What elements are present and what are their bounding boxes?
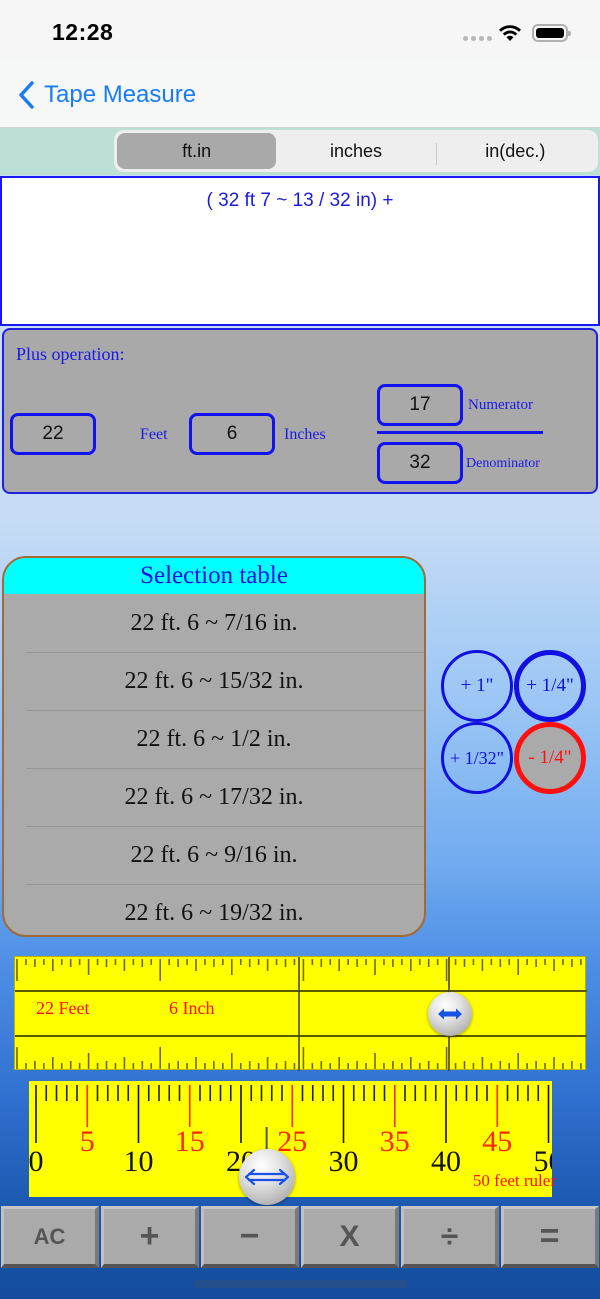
segment-in-dec[interactable]: in(dec.) bbox=[435, 133, 595, 169]
ruler-inch-label: 6 Inch bbox=[169, 998, 215, 1018]
feet-input[interactable]: 22 bbox=[10, 413, 96, 455]
feet-ruler[interactable]: 01020304050515253545 50 feet ruler bbox=[29, 1081, 556, 1205]
subtract-quarter-inch-button[interactable]: - 1/4" bbox=[514, 722, 586, 794]
unit-segmented-control: ft.in inches in(dec.) bbox=[114, 130, 598, 172]
navigation-bar: Tape Measure bbox=[0, 60, 600, 128]
segment-ft-in[interactable]: ft.in bbox=[117, 133, 277, 169]
ruler-feet-label: 22 Feet bbox=[36, 998, 90, 1018]
selection-row[interactable]: 22 ft. 6 ~ 9/16 in. bbox=[4, 826, 424, 884]
signal-icon bbox=[463, 36, 492, 41]
equals-button[interactable]: = bbox=[501, 1206, 599, 1268]
home-indicator[interactable] bbox=[193, 1280, 408, 1288]
feet-ruler-major-label: 0 bbox=[29, 1145, 44, 1178]
feet-ruler-minor-label: 5 bbox=[80, 1125, 95, 1158]
chevron-left-icon bbox=[19, 81, 34, 109]
expression-text: ( 32 ft 7 ~ 13 / 32 in) + bbox=[206, 190, 394, 211]
feet-ruler-slider-knob[interactable] bbox=[238, 1149, 295, 1205]
add-thirty-second-inch-button[interactable]: + 1/32" bbox=[441, 722, 513, 794]
inches-label: Inches bbox=[284, 426, 326, 443]
feet-ruler-minor-label: 35 bbox=[380, 1125, 410, 1158]
numerator-input[interactable]: 17 bbox=[377, 384, 463, 426]
status-bar: 12:28 bbox=[0, 0, 600, 60]
inch-ruler-slider-knob[interactable] bbox=[428, 992, 472, 1036]
add-one-inch-button[interactable]: + 1" bbox=[441, 650, 513, 722]
calculator-buttons: AC + − X ÷ = bbox=[0, 1206, 600, 1268]
back-label: Tape Measure bbox=[44, 81, 197, 108]
selection-row[interactable]: 22 ft. 6 ~ 1/2 in. bbox=[4, 710, 424, 768]
selection-row[interactable]: 22 ft. 6 ~ 19/32 in. bbox=[4, 884, 424, 935]
segment-inches[interactable]: inches bbox=[276, 133, 435, 169]
plus-button[interactable]: + bbox=[101, 1206, 199, 1268]
feet-label: Feet bbox=[140, 426, 168, 443]
selection-row[interactable]: 22 ft. 6 ~ 7/16 in. bbox=[4, 594, 424, 652]
denominator-input[interactable]: 32 bbox=[377, 442, 463, 484]
divide-button[interactable]: ÷ bbox=[401, 1206, 499, 1268]
wifi-icon bbox=[499, 25, 521, 41]
feet-ruler-caption: 50 feet ruler bbox=[472, 1171, 556, 1190]
inch-ruler-ticks bbox=[15, 957, 587, 1071]
operation-title: Plus operation: bbox=[16, 344, 125, 364]
feet-ruler-major-label: 10 bbox=[124, 1145, 154, 1178]
battery-icon bbox=[532, 24, 571, 42]
operation-panel: Plus operation: 22 Feet 6 Inches 17 Nume… bbox=[2, 328, 598, 494]
double-arrow-icon bbox=[438, 1008, 462, 1020]
numerator-label: Numerator bbox=[468, 397, 533, 413]
multiply-button[interactable]: X bbox=[301, 1206, 399, 1268]
inches-input[interactable]: 6 bbox=[189, 413, 275, 455]
feet-ruler-major-label: 30 bbox=[329, 1145, 359, 1178]
double-arrow-icon bbox=[244, 1168, 289, 1186]
selection-row[interactable]: 22 ft. 6 ~ 17/32 in. bbox=[4, 768, 424, 826]
back-button[interactable]: Tape Measure bbox=[16, 80, 196, 110]
feet-ruler-minor-label: 15 bbox=[175, 1125, 205, 1158]
feet-ruler-major-label: 40 bbox=[431, 1145, 461, 1178]
add-quarter-inch-button[interactable]: + 1/4" bbox=[514, 650, 586, 722]
fraction-line bbox=[377, 431, 543, 434]
denominator-label: Denominator bbox=[466, 456, 540, 471]
expression-display: ( 32 ft 7 ~ 13 / 32 in) + bbox=[0, 176, 600, 326]
unit-segment-strip: ft.in inches in(dec.) bbox=[0, 128, 600, 175]
inch-ruler[interactable]: 22 Feet 6 Inch bbox=[14, 956, 587, 1071]
selection-table: Selection table 22 ft. 6 ~ 7/16 in. 22 f… bbox=[2, 556, 426, 937]
clear-button[interactable]: AC bbox=[1, 1206, 99, 1268]
selection-row[interactable]: 22 ft. 6 ~ 15/32 in. bbox=[4, 652, 424, 710]
feet-ruler-minor-label: 45 bbox=[482, 1125, 512, 1158]
selection-table-title: Selection table bbox=[4, 558, 424, 594]
status-time: 12:28 bbox=[52, 19, 114, 45]
minus-button[interactable]: − bbox=[201, 1206, 299, 1268]
